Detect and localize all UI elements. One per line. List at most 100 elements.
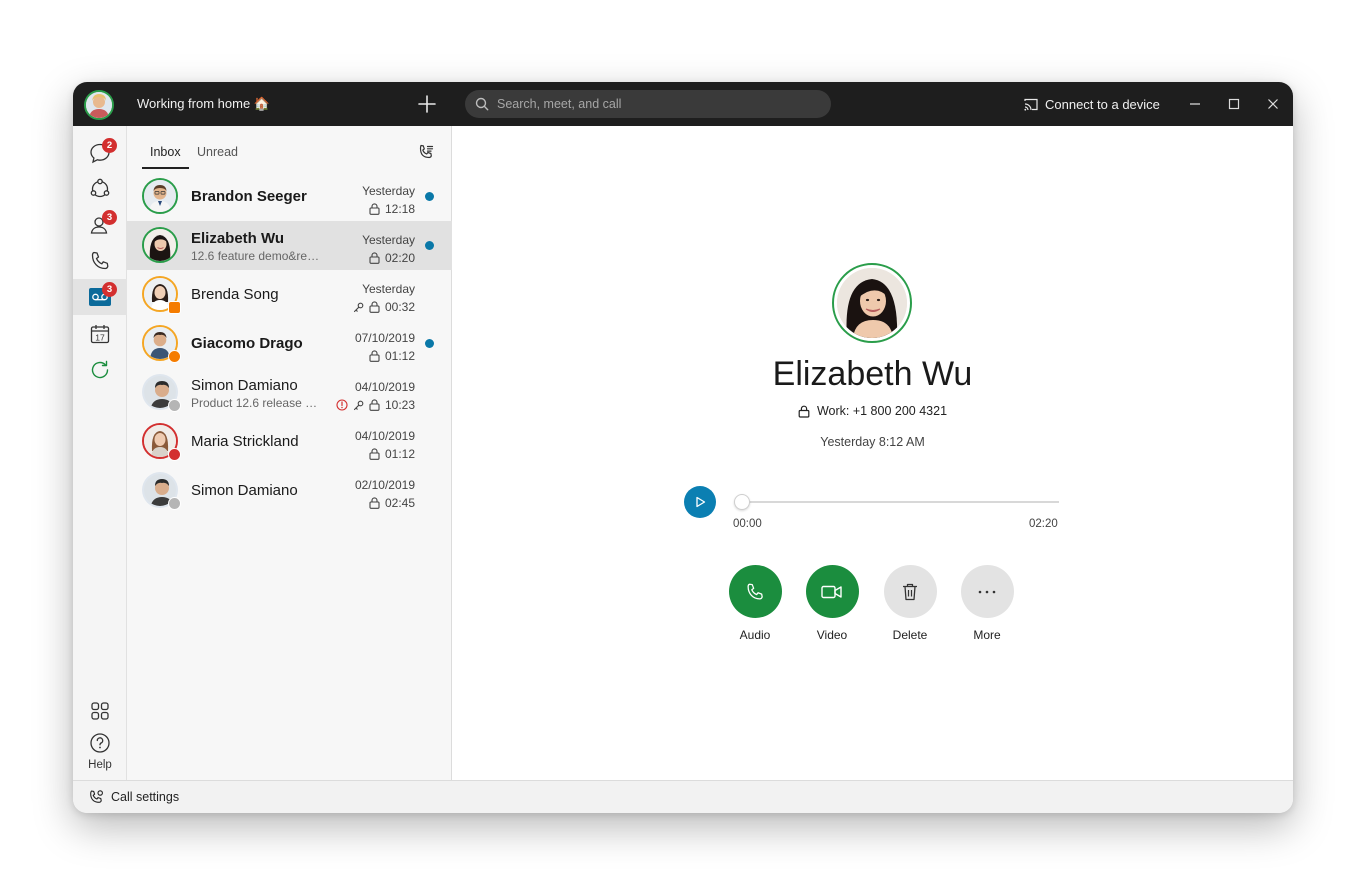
tab-inbox[interactable]: Inbox <box>142 145 189 169</box>
urgent-icon <box>336 399 348 411</box>
delete-button[interactable]: Delete <box>875 565 945 642</box>
duration-text: 12:18 <box>384 202 415 216</box>
lock-icon <box>369 497 380 509</box>
list-item[interactable]: Brenda Song Yesterday 00:32 <box>127 270 452 319</box>
dnd-presence-icon <box>168 448 181 461</box>
avatar <box>142 276 181 314</box>
rail-item-messaging[interactable]: 2 <box>73 135 127 171</box>
trash-icon <box>903 583 917 600</box>
rail-item-teams[interactable] <box>73 171 127 207</box>
contact-name-heading: Elizabeth Wu <box>772 355 973 393</box>
more-label: More <box>973 628 1001 642</box>
video-call-button[interactable]: Video <box>797 565 867 642</box>
contact-name: Brandon Seeger <box>191 188 307 205</box>
contact-phone: Work: +1 800 200 4321 <box>452 404 1293 418</box>
voicemail-badge: 3 <box>102 282 117 297</box>
playback-scrubber[interactable] <box>734 494 750 510</box>
lock-icon <box>798 405 810 418</box>
rail-item-calling[interactable] <box>73 243 127 279</box>
rail-item-contacts[interactable]: 3 <box>73 207 127 243</box>
call-settings-icon[interactable] <box>88 789 104 805</box>
duration-text: 00:32 <box>384 300 415 314</box>
audio-call-button[interactable]: Audio <box>720 565 790 642</box>
play-button[interactable] <box>684 486 716 518</box>
minimize-icon[interactable] <box>1185 94 1205 114</box>
avatar <box>142 423 181 461</box>
avatar-image <box>144 229 176 261</box>
away-presence-icon <box>168 399 181 412</box>
phone-icon <box>747 583 763 600</box>
lock-icon <box>369 350 380 362</box>
contact-avatar <box>832 263 912 343</box>
status-message[interactable]: Working from home 🏠 <box>137 96 270 112</box>
contact-phone-number[interactable]: Work: +1 800 200 4321 <box>817 404 947 418</box>
user-avatar-image <box>86 92 112 118</box>
search-input[interactable] <box>497 94 817 114</box>
list-item[interactable]: Simon Damiano 02/10/2019 02:45 <box>127 466 452 515</box>
title-bar: Working from home 🏠 Connect to a device <box>73 82 1293 126</box>
help-label[interactable]: Help <box>73 759 127 771</box>
phone-icon <box>91 251 109 270</box>
contact-name: Giacomo Drago <box>191 335 303 352</box>
key-icon <box>353 400 364 410</box>
play-icon <box>696 496 706 508</box>
plus-icon[interactable] <box>416 93 438 115</box>
voicemail-date: 04/10/2019 <box>354 380 415 394</box>
avatar <box>142 227 178 263</box>
connect-device-button[interactable]: Connect to a device <box>1024 95 1160 113</box>
duration-text: 01:12 <box>384 349 415 363</box>
tab-unread[interactable]: Unread <box>197 145 238 167</box>
lock-icon <box>369 252 380 264</box>
call-settings-label[interactable]: Call settings <box>111 790 179 804</box>
more-button[interactable]: More <box>952 565 1022 642</box>
voicemail-settings-icon[interactable] <box>417 143 435 161</box>
rail-item-apps[interactable] <box>73 693 127 729</box>
teams-icon <box>90 178 110 198</box>
close-icon[interactable] <box>1263 94 1283 114</box>
maximize-icon[interactable] <box>1224 94 1244 114</box>
more-dots-icon <box>978 590 996 593</box>
duration-text: 02:45 <box>384 496 415 510</box>
search-icon <box>475 97 489 111</box>
navigation-rail: 2 3 3 17 Help <box>73 126 127 780</box>
avatar <box>142 178 178 214</box>
list-item[interactable]: Brandon Seeger Yesterday 12:18 <box>127 172 452 221</box>
playback-total: 02:20 <box>1029 518 1058 530</box>
list-item[interactable]: Elizabeth Wu 12.6 feature demo&review Ye… <box>127 221 452 270</box>
away-presence-icon <box>168 497 181 510</box>
voicemail-list-panel: Inbox Unread Brandon Seeger Yesterday 12… <box>127 126 452 780</box>
status-bar: Call settings <box>73 780 1293 813</box>
voicemail-date: 02/10/2019 <box>354 478 415 492</box>
list-item[interactable]: Maria Strickland 04/10/2019 01:12 <box>127 417 452 466</box>
playback-track[interactable] <box>735 501 1059 503</box>
lock-icon <box>369 301 380 313</box>
avatar-image <box>144 180 176 212</box>
apps-grid-icon <box>91 702 109 720</box>
list-item[interactable]: Giacomo Drago 07/10/2019 01:12 <box>127 319 452 368</box>
rail-item-help[interactable] <box>73 730 127 756</box>
contact-avatar-image <box>837 268 907 338</box>
voicemail-duration: 12:18 <box>369 202 415 216</box>
list-item[interactable]: Simon Damiano Product 12.6 release pl...… <box>127 368 452 417</box>
voicemail-subject: 12.6 feature demo&review <box>191 249 323 263</box>
rail-item-voicemail[interactable]: 3 <box>73 279 127 315</box>
rail-item-sync[interactable] <box>73 352 127 388</box>
webex-window: Working from home 🏠 Connect to a device <box>73 82 1293 813</box>
user-avatar[interactable] <box>84 90 114 120</box>
unread-indicator <box>425 339 434 348</box>
voicemail-date: 04/10/2019 <box>354 429 415 443</box>
playback-elapsed: 00:00 <box>733 518 762 530</box>
voicemail-duration: 02:20 <box>369 251 415 265</box>
rail-item-meetings[interactable]: 17 <box>73 316 127 352</box>
duration-text: 02:20 <box>384 251 415 265</box>
messaging-badge: 2 <box>102 138 117 153</box>
search-bar[interactable] <box>465 90 831 118</box>
voicemail-tabs: Inbox Unread <box>127 126 452 172</box>
voicemail-duration: 00:32 <box>353 300 415 314</box>
key-icon <box>353 302 364 312</box>
lock-icon <box>369 399 380 411</box>
unread-indicator <box>425 241 434 250</box>
voicemail-date: Yesterday <box>362 282 415 296</box>
contact-name: Simon Damiano <box>191 482 298 499</box>
contact-name: Simon Damiano <box>191 377 298 394</box>
